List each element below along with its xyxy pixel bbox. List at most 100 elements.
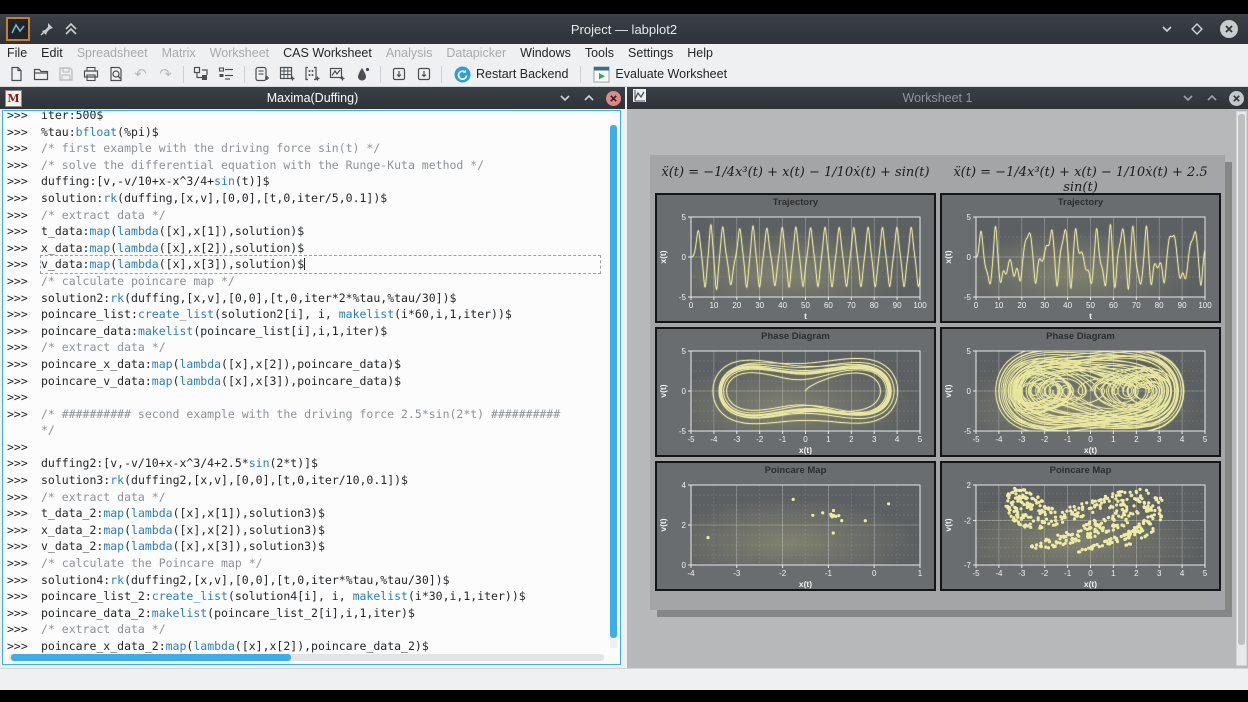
svg-text:60: 60 (824, 301, 833, 310)
maximize-icon[interactable] (1190, 22, 1204, 36)
export-icon[interactable] (412, 64, 435, 85)
svg-text:-1: -1 (779, 435, 787, 444)
plot-phase-diagram-1[interactable]: Phase Diagram -5-4-3-2-1012345-505x(t)v(… (655, 327, 936, 457)
poincare-map-1-chart: -4-3-2-101024x(t)v(t) (657, 480, 934, 594)
svg-text:1: 1 (918, 569, 923, 578)
project-explorer-icon[interactable] (190, 64, 213, 85)
console-line: >>>/* calculate poincare map */ (7, 273, 604, 290)
svg-text:100: 100 (1198, 301, 1212, 310)
console-line: >>>solution4:rk(duffing2,[x,v],[0,0],[t,… (7, 572, 604, 589)
plot-trajectory-2[interactable]: Trajectory 0102030405060708090100-505tx(… (940, 193, 1221, 323)
mdi-area: M Maxima(Duffing) >>>iter:500$>>>%tau:bf… (0, 87, 1248, 668)
svg-text:-4: -4 (710, 435, 718, 444)
print-preview-icon[interactable] (104, 64, 127, 85)
worksheet-view[interactable]: ẍ(t) = −1/4x³(t) + x(t) − 1/10ẋ(t) + sin… (627, 109, 1248, 668)
console-line: >>>/* calculate the Poincare map */ (7, 555, 604, 572)
plot-trajectory-1[interactable]: Trajectory 0102030405060708090100-505tx(… (655, 193, 936, 323)
console-horizontal-scrollbar[interactable] (9, 654, 604, 661)
svg-text:0: 0 (682, 561, 687, 570)
console-titlebar[interactable]: M Maxima(Duffing) (0, 87, 625, 109)
restart-backend-button[interactable]: Restart Backend (448, 64, 574, 85)
undo-icon[interactable]: ↶ (129, 64, 152, 85)
console-line: >>>%tau:bfloat(%pi)$ (7, 124, 604, 141)
new-document-icon[interactable] (4, 64, 27, 85)
scrollbar-thumb[interactable] (1238, 114, 1245, 645)
svg-text:x(t): x(t) (1084, 579, 1097, 589)
open-folder-icon[interactable] (29, 64, 52, 85)
menu-item-settings[interactable]: Settings (621, 44, 680, 62)
properties-explorer-icon[interactable] (215, 64, 238, 85)
svg-text:80: 80 (870, 301, 879, 310)
svg-text:20: 20 (1017, 301, 1026, 310)
minimize-icon[interactable] (1160, 22, 1174, 36)
menu-item-cas-worksheet[interactable]: CAS Worksheet (276, 44, 379, 62)
menu-item-datapicker: Datapicker (439, 44, 513, 62)
import-icon[interactable] (387, 64, 410, 85)
save-icon[interactable] (54, 64, 77, 85)
plot-title: Poincare Map (942, 463, 1219, 480)
svg-text:-5: -5 (964, 427, 972, 436)
svg-text:1: 1 (826, 435, 831, 444)
svg-text:4: 4 (1180, 569, 1185, 578)
svg-text:5: 5 (1203, 569, 1208, 578)
redo-icon[interactable]: ↷ (154, 64, 177, 85)
svg-text:5: 5 (967, 347, 972, 356)
plot-poincare-map-1[interactable]: Poincare Map -4-3-2-101024x(t)v(t) (655, 461, 936, 591)
plot-poincare-map-2[interactable]: Poincare Map -5-4-3-2-10123452-2-7x(t)v(… (940, 461, 1221, 591)
scrollbar-thumb[interactable] (11, 654, 291, 661)
plot-phase-diagram-2[interactable]: Phase Diagram -5-4-3-2-1012345-505x(t)v(… (940, 327, 1221, 457)
worksheet-titlebar[interactable]: Worksheet 1 (627, 87, 1248, 109)
plot-title: Trajectory (657, 195, 934, 212)
window-titlebar: Project — labplot2 (0, 14, 1248, 44)
worksheet-minimize-icon[interactable] (1181, 91, 1195, 105)
window-title: Project — labplot2 (0, 22, 1248, 37)
console-text-area[interactable]: >>>iter:500$>>>%tau:bfloat(%pi)$>>>/* fi… (2, 110, 621, 665)
new-matrix-icon[interactable] (301, 64, 324, 85)
menu-item-help[interactable]: Help (680, 44, 720, 62)
svg-text:1: 1 (1111, 569, 1116, 578)
evaluate-worksheet-label: Evaluate Worksheet (615, 67, 727, 81)
svg-text:-3: -3 (733, 435, 741, 444)
menu-item-tools[interactable]: Tools (578, 44, 621, 62)
console-line: >>>duffing:[v,-v/10+x-x^3/4+sin(t)]$ (7, 173, 604, 190)
console-restore-icon[interactable] (582, 91, 596, 105)
svg-text:t: t (804, 311, 807, 321)
new-spreadsheet-icon[interactable] (276, 64, 299, 85)
svg-text:0: 0 (682, 387, 687, 396)
svg-text:0: 0 (967, 253, 972, 262)
svg-text:4: 4 (682, 481, 687, 490)
console-vertical-scrollbar[interactable] (610, 125, 617, 648)
menu-item-file[interactable]: File (0, 44, 34, 62)
console-line: >>>solution2:rk(duffing,[x,v],[0,0],[t,0… (7, 290, 604, 307)
svg-text:-5: -5 (972, 435, 980, 444)
toolbar-separator (183, 66, 184, 83)
scrollbar-thumb[interactable] (610, 125, 617, 638)
worksheet-vertical-scrollbar[interactable] (1236, 111, 1247, 666)
svg-text:80: 80 (1155, 301, 1164, 310)
phase-diagram-1-chart: -5-4-3-2-1012345-505x(t)v(t) (657, 346, 934, 460)
datapicker-icon[interactable] (351, 64, 374, 85)
print-icon[interactable] (79, 64, 102, 85)
menu-item-edit[interactable]: Edit (34, 44, 70, 62)
worksheet-close-icon[interactable] (1229, 91, 1244, 106)
equation-label-1: ẍ(t) = −1/4x³(t) + x(t) − 1/10ẋ(t) + sin… (655, 165, 936, 180)
console-minimize-icon[interactable] (558, 91, 572, 105)
svg-text:0: 0 (803, 435, 808, 444)
svg-text:-3: -3 (733, 569, 741, 578)
svg-text:3: 3 (1157, 569, 1162, 578)
worksheet-restore-icon[interactable] (1205, 91, 1219, 105)
evaluate-worksheet-button[interactable]: Evaluate Worksheet (587, 64, 733, 85)
new-worksheet-icon[interactable] (326, 64, 349, 85)
svg-text:-3: -3 (1018, 569, 1026, 578)
svg-text:0: 0 (1088, 435, 1093, 444)
console-close-icon[interactable] (606, 91, 621, 106)
svg-text:-1: -1 (1064, 435, 1072, 444)
menu-item-analysis: Analysis (379, 44, 440, 62)
trajectory-1-chart: 0102030405060708090100-505tx(t) (657, 212, 934, 326)
menu-item-windows[interactable]: Windows (513, 44, 578, 62)
new-cas-worksheet-icon[interactable] (251, 64, 274, 85)
maxima-icon: M (5, 90, 22, 107)
close-icon[interactable] (1220, 20, 1238, 38)
worksheet-icon (632, 88, 647, 108)
svg-text:-2: -2 (779, 569, 787, 578)
